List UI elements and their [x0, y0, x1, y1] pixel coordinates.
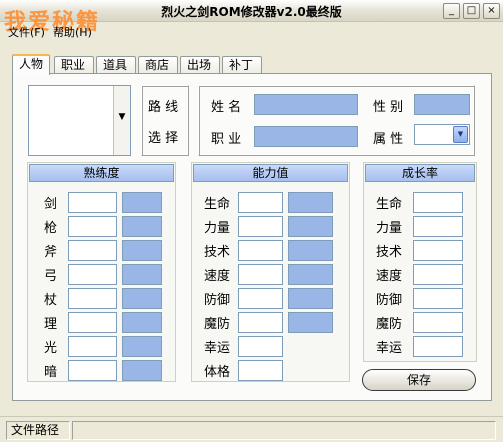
growth-value-field[interactable]	[413, 240, 463, 261]
ability-value-field[interactable]	[238, 288, 283, 309]
route-label-2: 选 择	[148, 131, 179, 146]
ability-label: 生命	[204, 197, 231, 212]
list-dropdown-arrow-icon[interactable]: ▼	[113, 86, 130, 155]
name-label: 姓 名	[211, 100, 242, 115]
class-label: 职 业	[211, 132, 242, 147]
proficiency-label: 暗	[44, 365, 58, 380]
ability-label: 魔防	[204, 317, 231, 332]
proficiency-label: 弓	[44, 269, 58, 284]
proficiency-value-field[interactable]	[68, 264, 117, 285]
growth-label: 速度	[376, 269, 403, 284]
ability-extra-field[interactable]	[288, 192, 333, 213]
name-field[interactable]	[254, 94, 358, 115]
ability-value-field[interactable]	[238, 264, 283, 285]
file-path-value	[72, 421, 496, 440]
proficiency-extra-field[interactable]	[122, 192, 162, 213]
proficiency-value-field[interactable]	[68, 336, 117, 357]
tab-items[interactable]: 道具	[96, 56, 136, 74]
growth-value-field[interactable]	[413, 264, 463, 285]
ability-label: 速度	[204, 269, 231, 284]
ability-header: 能力值	[193, 164, 348, 182]
proficiency-value-field[interactable]	[68, 192, 117, 213]
proficiency-header: 熟练度	[29, 164, 174, 182]
ability-value-field[interactable]	[238, 192, 283, 213]
ability-value-field[interactable]	[238, 216, 283, 237]
proficiency-extra-field[interactable]	[122, 360, 162, 381]
attribute-label: 属 性	[373, 132, 404, 147]
proficiency-label: 斧	[44, 245, 58, 260]
proficiency-value-field[interactable]	[68, 312, 117, 333]
character-list[interactable]: ▼	[28, 85, 131, 156]
growth-label: 技术	[376, 245, 403, 260]
proficiency-label: 杖	[44, 293, 58, 308]
route-select-box[interactable]: 路 线 选 择	[141, 85, 189, 156]
proficiency-extra-field[interactable]	[122, 288, 162, 309]
ability-value-field[interactable]	[238, 312, 283, 333]
proficiency-label: 枪	[44, 221, 58, 236]
menu-help[interactable]: 帮助(H)	[53, 24, 92, 40]
ability-extra-field[interactable]	[288, 240, 333, 261]
growth-value-field[interactable]	[413, 216, 463, 237]
ability-group: 能力值 生命 力量 技术 速度 防御 魔防 幸运 体格	[191, 162, 350, 382]
growth-value-field[interactable]	[413, 336, 463, 357]
proficiency-group: 熟练度 剑 枪 斧 弓 杖 理 光 暗	[27, 162, 176, 382]
growth-label: 魔防	[376, 317, 403, 332]
ability-extra-field[interactable]	[288, 288, 333, 309]
attribute-select[interactable]: ▼	[414, 124, 470, 145]
growth-label: 防御	[376, 293, 403, 308]
status-bar: 文件路径	[0, 416, 503, 442]
proficiency-value-field[interactable]	[68, 240, 117, 261]
ability-value-field[interactable]	[238, 240, 283, 261]
growth-label: 生命	[376, 197, 403, 212]
minimize-button[interactable]: _	[443, 3, 460, 19]
growth-value-field[interactable]	[413, 312, 463, 333]
character-info-box: 姓 名 性 别 职 业 属 性 ▼	[198, 85, 475, 156]
growth-label: 幸运	[376, 341, 403, 356]
ability-label: 幸运	[204, 341, 231, 356]
tab-class[interactable]: 职业	[54, 56, 94, 74]
tab-character[interactable]: 人物	[12, 54, 50, 75]
proficiency-extra-field[interactable]	[122, 264, 162, 285]
ability-extra-field[interactable]	[288, 312, 333, 333]
growth-header: 成长率	[365, 164, 475, 182]
tab-patch[interactable]: 补丁	[222, 56, 262, 74]
gender-label: 性 别	[373, 100, 404, 115]
menu-file[interactable]: 文件(F)	[8, 24, 45, 40]
growth-value-field[interactable]	[413, 288, 463, 309]
save-button[interactable]: 保存	[362, 369, 476, 391]
ability-extra-field[interactable]	[288, 216, 333, 237]
ability-label: 防御	[204, 293, 231, 308]
proficiency-extra-field[interactable]	[122, 312, 162, 333]
ability-value-field[interactable]	[238, 336, 283, 357]
ability-label: 技术	[204, 245, 231, 260]
title-bar: 烈火之剑ROM修改器v2.0最终版 我爱秘籍 _ □ ×	[0, 0, 503, 35]
proficiency-label: 理	[44, 317, 58, 332]
tab-shop[interactable]: 商店	[138, 56, 178, 74]
menu-bar: 文件(F) 帮助(H)	[0, 22, 503, 40]
proficiency-extra-field[interactable]	[122, 216, 162, 237]
ability-extra-field[interactable]	[288, 264, 333, 285]
close-button[interactable]: ×	[483, 3, 500, 19]
proficiency-value-field[interactable]	[68, 360, 117, 381]
proficiency-extra-field[interactable]	[122, 336, 162, 357]
class-field[interactable]	[254, 126, 358, 147]
ability-value-field[interactable]	[238, 360, 283, 381]
proficiency-label: 剑	[44, 197, 58, 212]
route-label-1: 路 线	[148, 100, 179, 115]
proficiency-value-field[interactable]	[68, 216, 117, 237]
tab-deploy[interactable]: 出场	[180, 56, 220, 74]
proficiency-value-field[interactable]	[68, 288, 117, 309]
ability-label: 力量	[204, 221, 231, 236]
gender-field[interactable]	[414, 94, 470, 115]
maximize-button[interactable]: □	[463, 3, 480, 19]
growth-value-field[interactable]	[413, 192, 463, 213]
file-path-label: 文件路径	[6, 421, 70, 440]
ability-label: 体格	[204, 365, 231, 380]
proficiency-label: 光	[44, 341, 58, 356]
chevron-down-icon[interactable]: ▼	[453, 126, 468, 143]
proficiency-extra-field[interactable]	[122, 240, 162, 261]
character-panel: ▼ 路 线 选 择 姓 名 性 别 职 业 属 性 ▼ 熟练度 剑 枪 斧 弓 …	[12, 73, 492, 401]
growth-group: 成长率 生命 力量 技术 速度 防御 魔防 幸运	[363, 162, 477, 362]
growth-label: 力量	[376, 221, 403, 236]
